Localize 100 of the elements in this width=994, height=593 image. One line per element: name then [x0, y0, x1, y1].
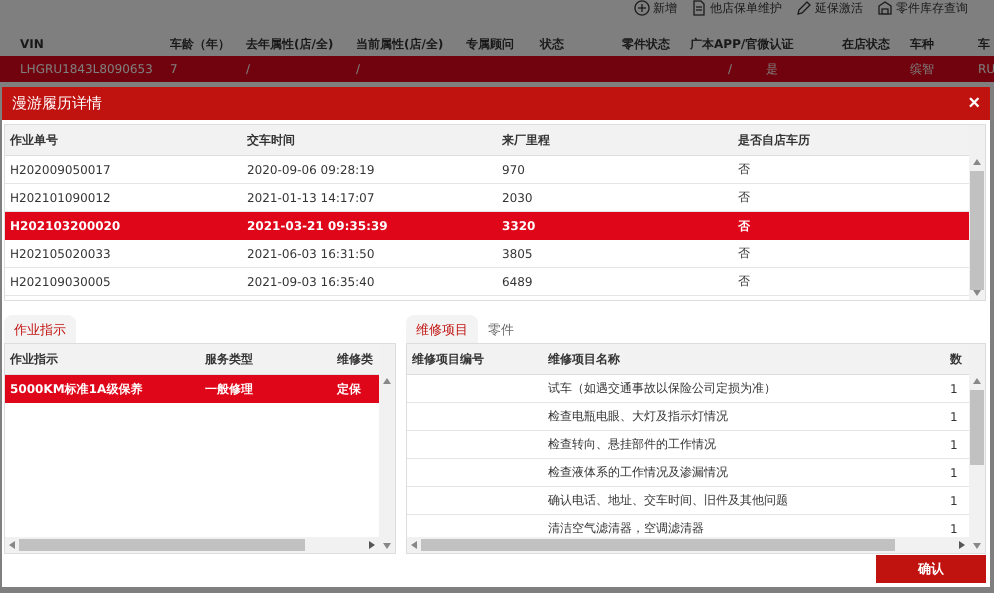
table-cell-text: 3805 [502, 246, 534, 260]
table-cell-text: 2021-03-21 09:35:39 [247, 219, 389, 233]
scroll-right-icon[interactable] [369, 541, 375, 549]
table-cell-text: 1 [950, 438, 959, 452]
table-cell-text: H202103200020 [10, 219, 122, 233]
table-cell-text: 否 [738, 161, 751, 178]
column-header: 数 [950, 350, 963, 368]
scroll-up-icon[interactable] [383, 378, 391, 384]
table-cell-text: 970 [502, 162, 526, 176]
column-header: 交车时间 [247, 132, 296, 148]
table-cell: / 是 [728, 62, 778, 76]
scroll-right-icon[interactable] [959, 541, 965, 549]
toolbar-button[interactable]: 延保激活 [815, 0, 863, 16]
table-row[interactable]: H202009050017 2020-09-06 09:28:19 970 否 [5, 156, 969, 184]
toolbar-button[interactable]: 他店保单维护 [710, 0, 782, 16]
table-cell: LHGRU1843L8090653 [20, 62, 153, 76]
vertical-scrollbar[interactable] [379, 344, 395, 553]
table-row[interactable]: 确认电话、地址、交车时间、旧件及其他问题 1 [407, 487, 969, 515]
column-header: 车种 [910, 36, 935, 52]
table-cell-text: 2030 [502, 190, 534, 204]
table-cell-text: H202105020033 [10, 246, 112, 260]
column-header: 是否自店车历 [738, 132, 811, 148]
toolbar-button[interactable]: 零件库存查询 [896, 0, 968, 16]
column-header: VIN [20, 37, 45, 51]
toolbar-button[interactable]: 新增 [653, 0, 677, 16]
table-cell-text: 1 [950, 410, 959, 424]
table-cell: / [246, 62, 250, 76]
table-cell-text: 5000KM标准1A级保养 [10, 380, 144, 398]
table-row[interactable]: H202105020033 2021-06-03 16:31:50 3805 否 [5, 240, 969, 268]
plus-circle-icon [634, 0, 650, 16]
column-header: 来厂里程 [502, 132, 551, 148]
table-row[interactable]: H202109030005 2021-09-03 16:35:40 6489 否 [5, 268, 969, 296]
table-cell-text: 1 [950, 522, 959, 536]
table-cell: 7 [170, 62, 178, 76]
edit-icon [796, 0, 812, 16]
column-header: 服务类型 [205, 350, 254, 368]
column-header: 维修类 [337, 350, 374, 368]
table-row[interactable]: 检查转向、悬挂部件的工作情况 1 [407, 431, 969, 459]
table-row[interactable]: 试车（如遇交通事故以保险公司定损为准） 1 [407, 375, 969, 403]
table-cell-text: 1 [950, 466, 959, 480]
table-cell-text: 1 [950, 494, 959, 508]
scroll-up-icon[interactable] [973, 159, 981, 165]
table-cell: / [356, 62, 360, 76]
column-header: 在店状态 [842, 36, 891, 52]
table-row[interactable]: H202103200020 2021-03-21 09:35:39 3320 否 [5, 212, 969, 240]
table-cell-text: 清洁空气滤清器，空调滤清器 [548, 520, 705, 537]
table-cell-text: 否 [738, 189, 751, 206]
table-cell-text: 2021-01-13 14:17:07 [247, 190, 376, 204]
column-header: 当前属性(店/全) [356, 36, 444, 52]
table-cell-text: H202109030005 [10, 274, 112, 288]
table-cell-text: 定保 [337, 380, 362, 398]
table-cell-text: 否 [738, 245, 751, 262]
column-header: 作业单号 [10, 132, 59, 148]
table-row[interactable]: 5000KM标准1A级保养 一般修理 定保 [5, 375, 379, 403]
table-cell: RU [978, 62, 994, 76]
table-row[interactable]: 检查电瓶电眼、大灯及指示灯情况 1 [407, 403, 969, 431]
column-header: 去年属性(店/全) [246, 36, 334, 52]
table-cell-text: 2021-06-03 16:31:50 [247, 246, 376, 260]
table-cell-text: 1 [950, 382, 959, 396]
column-header: 作业指示 [10, 350, 59, 368]
table-cell-text: 6489 [502, 274, 534, 288]
table-cell-text: 试车（如遇交通事故以保险公司定损为准） [548, 380, 777, 397]
column-header: 车 [978, 36, 991, 52]
storage-icon [877, 0, 893, 16]
table-cell-text: 确认电话、地址、交车时间、旧件及其他问题 [548, 492, 789, 509]
tab[interactable]: 零件 [478, 315, 524, 343]
scroll-down-icon[interactable] [973, 543, 981, 549]
table-cell-text: 否 [738, 273, 751, 290]
tab[interactable]: 维修项目 [406, 315, 478, 343]
vertical-scrollbar[interactable] [969, 344, 985, 553]
table-cell-text: 检查转向、悬挂部件的工作情况 [548, 436, 717, 453]
table-cell-text: H202009050017 [10, 162, 112, 176]
document-icon [691, 0, 707, 16]
column-header: 零件状态 [622, 36, 671, 52]
table-cell-text: 一般修理 [205, 380, 254, 398]
table-row[interactable]: 检查液体系的工作情况及渗漏情况 1 [407, 459, 969, 487]
table-cell-text: 检查液体系的工作情况及渗漏情况 [548, 464, 729, 481]
table-cell-text: H202101090012 [10, 190, 112, 204]
table-cell: 缤智 [910, 62, 934, 76]
table-cell-text: 2021-09-03 16:35:40 [247, 274, 376, 288]
table-cell-text: 检查电瓶电眼、大灯及指示灯情况 [548, 408, 729, 425]
table-cell-text: 2020-09-06 09:28:19 [247, 162, 376, 176]
horizontal-scrollbar[interactable] [5, 537, 379, 553]
table-cell-text: 3320 [502, 219, 536, 233]
close-button[interactable]: × [964, 92, 984, 115]
column-header: 广本APP/官微认证 [690, 36, 794, 52]
dialog-title: 漫游履历详情 [12, 94, 102, 113]
column-header: 专属顾问 [466, 36, 515, 52]
scroll-up-icon[interactable] [973, 378, 981, 384]
scroll-down-icon[interactable] [383, 543, 391, 549]
column-header: 状态 [540, 36, 565, 52]
horizontal-scrollbar[interactable] [407, 537, 969, 553]
table-cell-text: 否 [738, 218, 751, 234]
scroll-left-icon[interactable] [411, 541, 417, 549]
scroll-left-icon[interactable] [9, 541, 15, 549]
column-header: 车龄（年） [170, 36, 231, 52]
column-header: 维修项目编号 [412, 350, 485, 368]
vertical-scrollbar[interactable] [969, 125, 985, 300]
confirm-button[interactable]: 确认 [876, 555, 986, 583]
tab[interactable]: 作业指示 [4, 315, 76, 343]
